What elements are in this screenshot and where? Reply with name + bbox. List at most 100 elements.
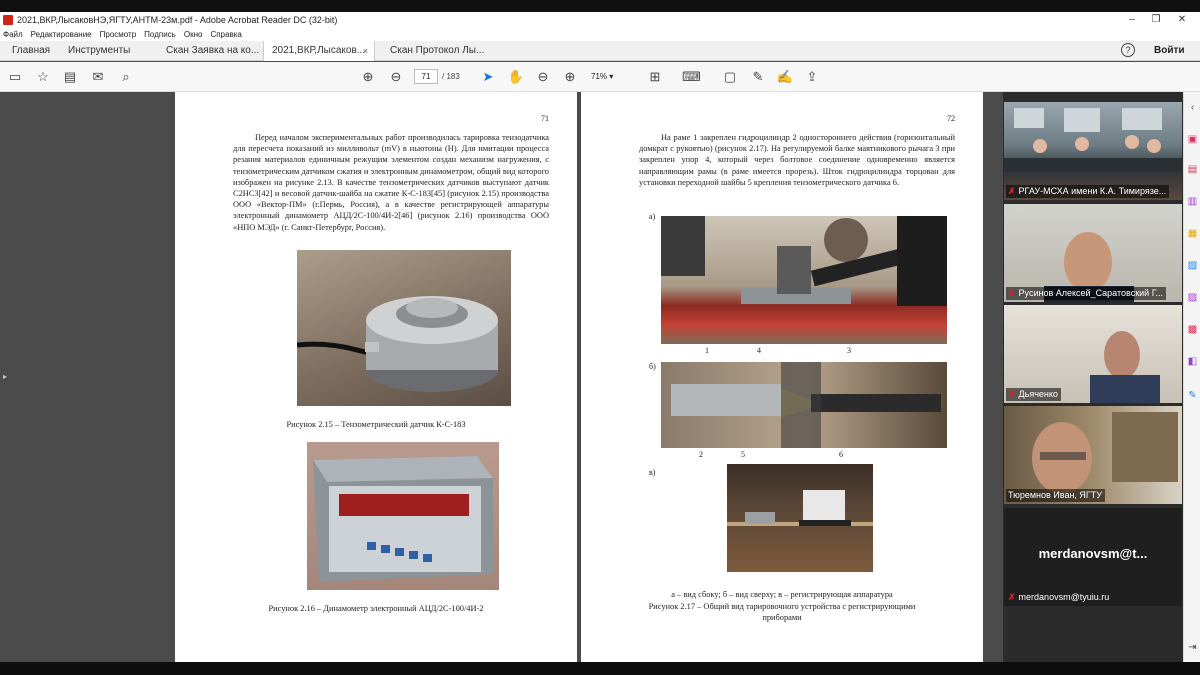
menu-help[interactable]: Справка xyxy=(210,30,241,39)
edit-pdf-icon[interactable]: ▥ xyxy=(1187,196,1198,207)
organize-pages-icon[interactable]: ▨ xyxy=(1187,292,1198,303)
tab-document-1[interactable]: Скан Заявка на ко... xyxy=(158,41,262,61)
left-panel-toggle-icon[interactable]: ▸ xyxy=(3,372,7,381)
protect-icon[interactable]: ◧ xyxy=(1187,356,1198,367)
next-page-icon[interactable]: ⊖ xyxy=(387,68,405,86)
page-number-input[interactable]: 71 xyxy=(414,69,438,84)
frame-top-view-drawing xyxy=(671,362,941,448)
figure-2-17-subcaption: а – вид сбоку; б – вид сверху; в – регис… xyxy=(671,590,893,599)
tab-tools[interactable]: Инструменты xyxy=(60,41,140,61)
video-tile-merdanov[interactable]: merdanovsm@t... ✗ merdanovsm@tyuiu.ru xyxy=(1004,508,1182,606)
page-fit-icon[interactable]: ⊞ xyxy=(646,68,664,86)
tab-close-icon[interactable]: × xyxy=(363,41,368,61)
zoom-dropdown[interactable]: 71% ▾ xyxy=(591,69,631,84)
frame-side-view-drawing xyxy=(661,216,947,306)
create-pdf-icon[interactable]: ▤ xyxy=(1187,164,1198,175)
tab-home[interactable]: Главная xyxy=(4,41,56,61)
callout-5: 5 xyxy=(741,450,745,459)
callout-2: 2 xyxy=(699,450,703,459)
bottom-strip xyxy=(0,662,1200,675)
hand-tool-icon[interactable]: ✋ xyxy=(507,68,525,86)
tab-document-3[interactable]: Скан Протокол Лы... xyxy=(382,41,486,61)
figure-label-b: б) xyxy=(649,362,656,371)
tab-tools-label: Инструменты xyxy=(68,45,131,56)
zoom-out-icon[interactable]: ⊖ xyxy=(534,68,552,86)
menu-file[interactable]: Файл xyxy=(3,30,23,39)
participant-name-text: merdanovsm@tyuiu.ru xyxy=(1018,592,1110,602)
export-pdf-icon[interactable]: ▣ xyxy=(1187,134,1198,145)
video-tile-room[interactable]: ✗ РГАУ-МСХА имени К.А. Тимирязе... xyxy=(1004,102,1182,200)
figure-label-a: а) xyxy=(649,212,656,221)
tab-document-2[interactable]: 2021,ВКР,Лысаков... × xyxy=(263,41,375,61)
callout-6: 6 xyxy=(839,450,843,459)
top-strip xyxy=(0,0,1200,12)
toolbar: ▭ ☆ ▤ ✉ ⌕ ⊕ ⊖ 71 / 183 ➤ ✋ ⊖ ⊕ 71% ▾ ⊞ ⌨… xyxy=(0,62,1200,92)
callout-1: 1 xyxy=(705,346,709,355)
video-tile-tyuremnov[interactable]: Тюремнов Иван, ЯГТУ xyxy=(1004,406,1182,504)
comment-icon[interactable]: ▢ xyxy=(721,68,739,86)
participant-name: ✗ РГАУ-МСХА имени К.А. Тимирязе... xyxy=(1006,185,1170,198)
mic-muted-icon: ✗ xyxy=(1008,592,1016,602)
page-number-71: 71 xyxy=(541,114,549,123)
help-icon[interactable]: ? xyxy=(1121,43,1135,57)
sign-icon[interactable]: ✍ xyxy=(776,68,794,86)
tab-document-3-label: Скан Протокол Лы... xyxy=(390,45,485,56)
menu-edit[interactable]: Редактирование xyxy=(31,30,92,39)
video-tile-rusinov[interactable]: ✗ Русинов Алексей_Саратовский Г... xyxy=(1004,204,1182,302)
compress-pdf-icon[interactable]: ▩ xyxy=(1187,324,1198,335)
restore-icon[interactable]: ❐ xyxy=(1144,12,1168,28)
collapse-pane-icon[interactable]: ‹ xyxy=(1187,102,1198,113)
figure-label-c: в) xyxy=(649,468,656,477)
share-icon[interactable]: ⇪ xyxy=(803,68,821,86)
pdf-page-72: 72 На раме 1 закреплен гидроцилиндр 2 од… xyxy=(581,92,983,662)
save-icon[interactable]: ▭ xyxy=(6,68,24,86)
mic-muted-icon: ✗ xyxy=(1008,288,1016,298)
title-bar: 2021,ВКР,ЛысаковНЭ,ЯГТУ,АНТМ-23м.pdf - A… xyxy=(0,12,1200,28)
page-72-paragraph: На раме 1 закреплен гидроцилиндр 2 однос… xyxy=(639,133,955,187)
close-window-icon[interactable]: ✕ xyxy=(1170,12,1194,28)
previous-page-icon[interactable]: ⊕ xyxy=(359,68,377,86)
participant-name: ✗ Русинов Алексей_Саратовский Г... xyxy=(1006,287,1166,300)
video-tile-dyachenko[interactable]: ✗ Дьяченко xyxy=(1004,305,1182,403)
participant-name-text: Тюремнов Иван, ЯГТУ xyxy=(1008,490,1103,500)
keyboard-scroll-icon[interactable]: ⌨ xyxy=(682,68,701,86)
callout-3: 3 xyxy=(847,346,851,355)
menu-view[interactable]: Просмотр xyxy=(100,30,137,39)
sensor-photo xyxy=(297,250,511,406)
page-total: / 183 xyxy=(442,72,460,81)
participant-name: ✗ merdanovsm@tyuiu.ru xyxy=(1006,591,1112,604)
participant-name-text: РГАУ-МСХА имени К.А. Тимирязе... xyxy=(1018,186,1167,196)
frame-side-view-photo xyxy=(661,216,947,344)
dynamometer-photo xyxy=(307,442,499,590)
document-viewport[interactable]: ▸ 71 Перед началом экспериментальных раб… xyxy=(0,92,1003,662)
right-tools-pane: ‹ ▣ ▤ ▥ ▦ ▧ ▨ ▩ ◧ ✎ ⇥ xyxy=(1183,92,1200,662)
combine-files-icon[interactable]: ▧ xyxy=(1187,260,1198,271)
menu-bar: Файл Редактирование Просмотр Подпись Окн… xyxy=(0,28,1200,41)
screen: 2021,ВКР,ЛысаковНЭ,ЯГТУ,АНТМ-23м.pdf - A… xyxy=(0,0,1200,675)
page-number-72: 72 xyxy=(947,114,955,123)
fill-sign-icon[interactable]: ✎ xyxy=(1187,390,1198,401)
minimize-icon[interactable]: – xyxy=(1120,12,1144,28)
tab-document-2-label: 2021,ВКР,Лысаков... xyxy=(272,45,366,56)
recording-equipment-photo xyxy=(727,464,873,572)
tab-document-1-label: Скан Заявка на ко... xyxy=(166,45,260,56)
mic-muted-icon: ✗ xyxy=(1008,389,1016,399)
select-cursor-icon[interactable]: ➤ xyxy=(479,68,497,86)
comment-tool-icon[interactable]: ▦ xyxy=(1187,228,1198,239)
highlight-pen-icon[interactable]: ✎ xyxy=(749,68,767,86)
signin-button[interactable]: Войти xyxy=(1154,41,1185,61)
window-title: 2021,ВКР,ЛысаковНЭ,ЯГТУ,АНТМ-23м.pdf - A… xyxy=(17,15,338,25)
print-icon[interactable]: ▤ xyxy=(61,68,79,86)
bookmark-star-icon[interactable]: ☆ xyxy=(34,68,52,86)
email-icon[interactable]: ✉ xyxy=(89,68,107,86)
expand-pane-icon[interactable]: ⇥ xyxy=(1187,642,1198,653)
zoom-in-icon[interactable]: ⊕ xyxy=(561,68,579,86)
menu-sign[interactable]: Подпись xyxy=(144,30,176,39)
pdf-page-71: 71 Перед началом экспериментальных работ… xyxy=(175,92,577,662)
participant-name-text: Дьяченко xyxy=(1018,389,1058,399)
participant-name: Тюремнов Иван, ЯГТУ xyxy=(1006,489,1106,502)
search-icon[interactable]: ⌕ xyxy=(117,68,135,86)
frame-top-view-photo xyxy=(661,362,947,448)
menu-window[interactable]: Окно xyxy=(184,30,203,39)
mic-muted-icon: ✗ xyxy=(1008,186,1016,196)
